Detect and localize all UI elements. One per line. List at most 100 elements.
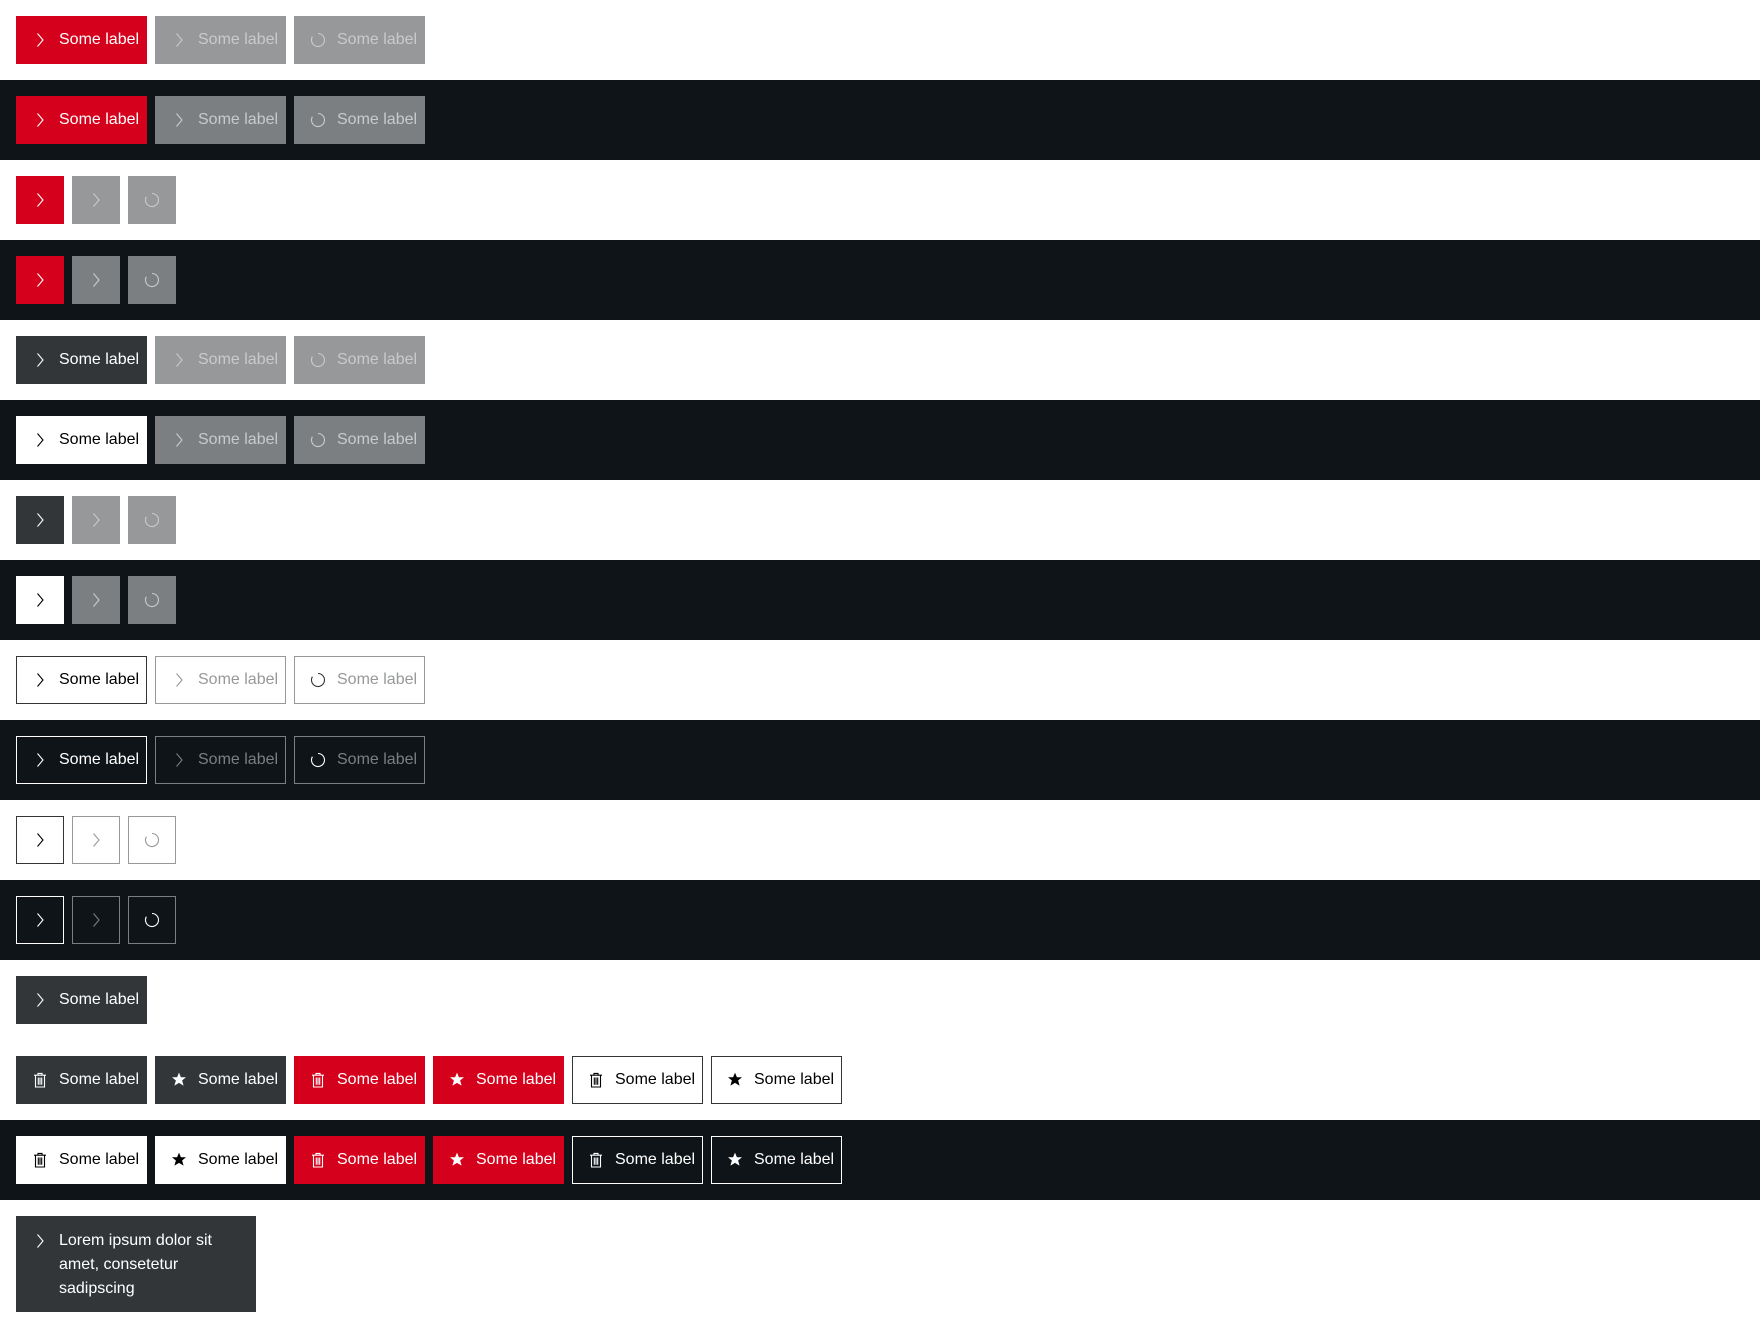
secondary-highlight-button[interactable]: Some label — [155, 1136, 286, 1184]
tertiary-icon-button-loading[interactable] — [128, 816, 176, 864]
primary-button[interactable]: Some label — [16, 16, 147, 64]
primary-button[interactable]: Some label — [16, 96, 147, 144]
arrow-head-right-icon — [31, 991, 49, 1009]
tertiary-icon-button-disabled[interactable] — [72, 896, 120, 944]
secondary-button[interactable]: Some label — [16, 336, 147, 384]
highlight-icon — [448, 1071, 466, 1089]
tertiary-icon-button[interactable] — [16, 896, 64, 944]
button-label: Some label — [337, 31, 418, 48]
row-tertiary-icon-dark — [0, 880, 1760, 960]
secondary-button-disabled[interactable]: Some label — [155, 416, 286, 464]
arrow-head-right-icon — [31, 431, 49, 449]
loading-spinner-icon — [143, 191, 161, 209]
button-label: Some label — [59, 111, 140, 128]
primary-delete-button[interactable]: Some label — [294, 1136, 425, 1184]
row-secondary-icon-dark — [0, 560, 1760, 640]
multiline-button[interactable]: Lorem ipsum dolor sit amet, consetetur s… — [16, 1216, 256, 1312]
button-label: Some label — [337, 1151, 418, 1168]
button-label: Lorem ipsum dolor sit amet, consetetur s… — [59, 1232, 212, 1297]
tertiary-button-loading[interactable]: Some label — [294, 656, 425, 704]
row-secondary-light: Some label Some label Some label — [0, 320, 1760, 400]
tertiary-icon-button-loading[interactable] — [128, 896, 176, 944]
primary-icon-button[interactable] — [16, 256, 64, 304]
tertiary-button-disabled[interactable]: Some label — [155, 736, 286, 784]
primary-button-loading[interactable]: Some label — [294, 96, 425, 144]
row-default-button: Some label — [0, 960, 1760, 1040]
secondary-icon-button-disabled[interactable] — [72, 576, 120, 624]
button-label: Some label — [59, 671, 140, 688]
primary-highlight-button[interactable]: Some label — [433, 1056, 564, 1104]
primary-button-disabled[interactable]: Some label — [155, 96, 286, 144]
button-label: Some label — [198, 1071, 279, 1088]
loading-spinner-icon — [143, 911, 161, 929]
loading-spinner-icon — [309, 111, 327, 129]
tertiary-button[interactable]: Some label — [16, 656, 147, 704]
secondary-icon-button-loading[interactable] — [128, 576, 176, 624]
primary-icon-button-disabled[interactable] — [72, 256, 120, 304]
secondary-highlight-button[interactable]: Some label — [155, 1056, 286, 1104]
arrow-head-right-icon — [31, 1232, 49, 1250]
button-label: Some label — [337, 431, 418, 448]
primary-button-disabled[interactable]: Some label — [155, 16, 286, 64]
arrow-head-right-icon — [31, 271, 49, 289]
arrow-head-right-icon — [31, 351, 49, 369]
button-label: Some label — [615, 1071, 696, 1088]
row-multiline-button: Lorem ipsum dolor sit amet, consetetur s… — [0, 1200, 1760, 1312]
secondary-button[interactable]: Some label — [16, 416, 147, 464]
row-primary-icon-dark — [0, 240, 1760, 320]
button-label: Some label — [59, 991, 140, 1008]
arrow-head-right-icon — [31, 191, 49, 209]
tertiary-icon-button[interactable] — [16, 816, 64, 864]
primary-highlight-button[interactable]: Some label — [433, 1136, 564, 1184]
arrow-head-right-icon — [31, 671, 49, 689]
loading-spinner-icon — [309, 751, 327, 769]
secondary-icon-button-loading[interactable] — [128, 496, 176, 544]
row-secondary-icon-light — [0, 480, 1760, 560]
tertiary-button[interactable]: Some label — [16, 736, 147, 784]
secondary-delete-button[interactable]: Some label — [16, 1056, 147, 1104]
button-label: Some label — [198, 671, 279, 688]
tertiary-delete-button[interactable]: Some label — [572, 1136, 703, 1184]
tertiary-delete-button[interactable]: Some label — [572, 1056, 703, 1104]
arrow-head-right-icon — [31, 751, 49, 769]
secondary-icon-button[interactable] — [16, 576, 64, 624]
button-label: Some label — [59, 1151, 140, 1168]
primary-icon-button[interactable] — [16, 176, 64, 224]
primary-button-loading[interactable]: Some label — [294, 16, 425, 64]
loading-spinner-icon — [309, 351, 327, 369]
button-label: Some label — [59, 351, 140, 368]
delete-icon — [309, 1151, 327, 1169]
arrow-head-right-icon — [87, 511, 105, 529]
primary-icon-button-loading[interactable] — [128, 256, 176, 304]
button-label: Some label — [59, 1071, 140, 1088]
secondary-icon-button-disabled[interactable] — [72, 496, 120, 544]
arrow-head-right-icon — [31, 911, 49, 929]
arrow-head-right-icon — [87, 831, 105, 849]
primary-icon-button-loading[interactable] — [128, 176, 176, 224]
tertiary-button-disabled[interactable]: Some label — [155, 656, 286, 704]
secondary-button-disabled[interactable]: Some label — [155, 336, 286, 384]
secondary-delete-button[interactable]: Some label — [16, 1136, 147, 1184]
tertiary-button-loading[interactable]: Some label — [294, 736, 425, 784]
row-primary-light: Some label Some label Some label — [0, 0, 1760, 80]
tertiary-highlight-button[interactable]: Some label — [711, 1136, 842, 1184]
secondary-button-loading[interactable]: Some label — [294, 416, 425, 464]
tertiary-highlight-button[interactable]: Some label — [711, 1056, 842, 1104]
button-label: Some label — [754, 1151, 835, 1168]
default-button[interactable]: Some label — [16, 976, 147, 1024]
button-label: Some label — [476, 1151, 557, 1168]
primary-delete-button[interactable]: Some label — [294, 1056, 425, 1104]
arrow-head-right-icon — [87, 591, 105, 609]
button-label: Some label — [59, 431, 140, 448]
button-label: Some label — [337, 351, 418, 368]
delete-icon — [31, 1151, 49, 1169]
tertiary-icon-button-disabled[interactable] — [72, 816, 120, 864]
row-tertiary-icon-light — [0, 800, 1760, 880]
delete-icon — [31, 1071, 49, 1089]
arrow-head-right-icon — [87, 191, 105, 209]
secondary-button-loading[interactable]: Some label — [294, 336, 425, 384]
primary-icon-button-disabled[interactable] — [72, 176, 120, 224]
arrow-head-right-icon — [31, 511, 49, 529]
loading-spinner-icon — [143, 511, 161, 529]
secondary-icon-button[interactable] — [16, 496, 64, 544]
